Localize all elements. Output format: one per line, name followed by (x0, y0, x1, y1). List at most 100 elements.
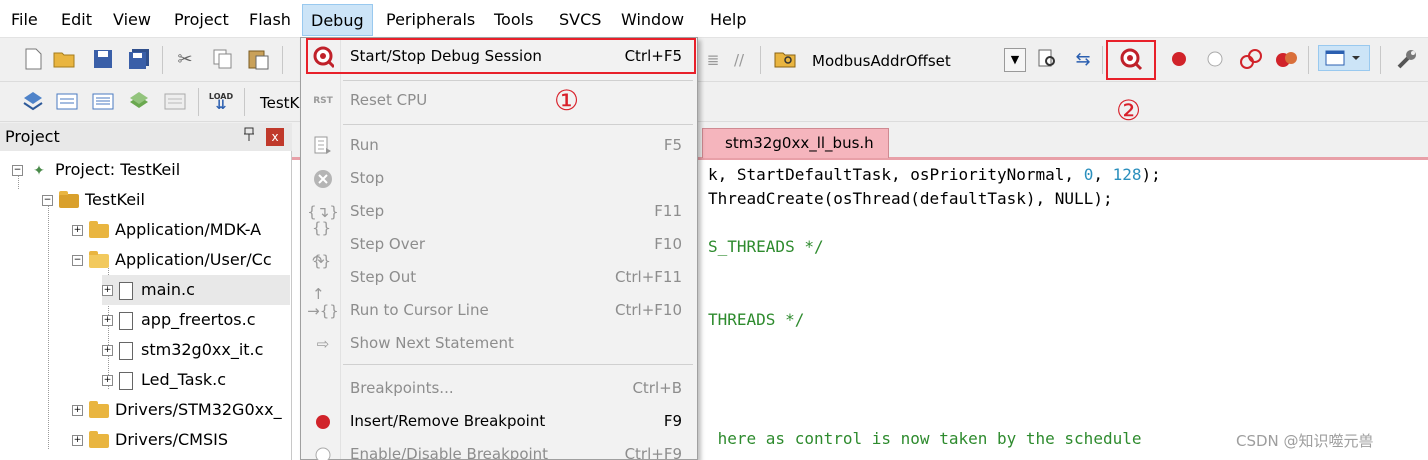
menu-edit[interactable]: Edit (53, 4, 100, 36)
chevron-down-icon[interactable]: ▼ (1004, 48, 1026, 72)
tree-file-it[interactable]: + stm32g0xx_it.c (102, 335, 263, 365)
stop-icon (312, 168, 334, 190)
tree-file-freertos[interactable]: + app_freertos.c (102, 305, 256, 335)
menu-window[interactable]: Window (613, 4, 692, 36)
menu-run-to-cursor[interactable]: →{} Run to Cursor Line Ctrl+F10 (302, 294, 696, 327)
tree-label: stm32g0xx_it.c (141, 340, 264, 359)
expand-icon[interactable]: + (72, 435, 83, 446)
collapse-icon[interactable]: − (72, 255, 83, 266)
build-icon[interactable] (54, 88, 80, 114)
file-icon (119, 371, 133, 390)
expand-icon[interactable]: + (72, 405, 83, 416)
target-combo-text[interactable]: ModbusAddrOffset (812, 47, 951, 75)
tree-group-drivers-stm32[interactable]: + Drivers/STM32G0xx_ (72, 395, 282, 425)
cut-icon[interactable]: ✂ (172, 46, 198, 72)
menu-view[interactable]: View (105, 4, 159, 36)
indent-icon[interactable]: ≣ (700, 47, 726, 73)
tree-label: app_freertos.c (141, 310, 256, 329)
tree-label: Led_Task.c (141, 370, 227, 389)
menu-file[interactable]: File (3, 4, 46, 36)
disable-all-breakpoints-icon[interactable] (1238, 46, 1264, 72)
menu-debug[interactable]: Debug (302, 4, 373, 36)
find-references-icon[interactable]: ⇆ (1070, 46, 1096, 72)
tree-target[interactable]: − TestKeil (42, 185, 145, 215)
menu-project[interactable]: Project (166, 4, 237, 36)
translate-icon[interactable] (20, 88, 46, 114)
unindent-icon[interactable]: // (726, 47, 752, 73)
copy-icon[interactable] (210, 46, 236, 72)
menu-insert-remove-breakpoint[interactable]: Insert/Remove Breakpoint F9 (302, 405, 696, 438)
menu-item-shortcut: Ctrl+F11 (615, 268, 682, 286)
find-icon[interactable] (1034, 46, 1060, 72)
expand-icon[interactable]: + (102, 375, 113, 386)
download-icon[interactable]: LOAD ⇊ (208, 88, 234, 114)
menu-tools[interactable]: Tools (486, 4, 541, 36)
tree-file-led[interactable]: + Led_Task.c (102, 365, 226, 395)
menu-step[interactable]: {↴} Step F11 (302, 195, 696, 228)
stop-build-icon[interactable] (162, 88, 188, 114)
insert-breakpoint-icon[interactable] (1166, 46, 1192, 72)
save-icon[interactable] (90, 46, 116, 72)
menu-item-label: Reset CPU (350, 91, 428, 109)
menu-svcs[interactable]: SVCS (551, 4, 609, 36)
paste-icon[interactable] (246, 46, 272, 72)
tree-group-mdk[interactable]: + Application/MDK-A (72, 215, 261, 245)
expand-icon[interactable]: + (102, 315, 113, 326)
menu-peripherals[interactable]: Peripherals (378, 4, 483, 36)
folder-icon (89, 430, 109, 448)
menu-show-next-statement[interactable]: ⇨ Show Next Statement (302, 327, 696, 360)
menu-item-shortcut: Ctrl+B (632, 379, 682, 397)
menu-breakpoints[interactable]: Breakpoints... Ctrl+B (302, 372, 696, 405)
menu-bar: File Edit View Project Flash Debug Perip… (0, 0, 1428, 38)
tree-file-main[interactable]: + main.c (102, 275, 290, 305)
window-layout-icon[interactable] (1318, 45, 1370, 71)
rebuild-icon[interactable] (90, 88, 116, 114)
code-line: k, StartDefaultTask, osPriorityNormal, 0… (708, 165, 1161, 184)
tree-group-cmsis[interactable]: + Drivers/CMSIS (72, 425, 228, 455)
target-folder-icon (59, 190, 79, 208)
tree-label: TestKeil (85, 190, 145, 209)
tab-stm32g0xx-ll-bus[interactable]: stm32g0xx_ll_bus.h (702, 128, 889, 158)
tree-label: Project: TestKeil (55, 160, 181, 179)
menu-item-shortcut: Ctrl+F9 (624, 445, 682, 460)
menu-run[interactable]: Run F5 (302, 129, 696, 162)
tree-label: Drivers/STM32G0xx_ (115, 400, 282, 419)
find-in-files-icon[interactable] (772, 46, 798, 72)
watermark: CSDN @知识噬元兽 (1236, 432, 1374, 450)
toolbar-separator (282, 46, 283, 74)
menu-step-out[interactable]: {}↑ Step Out Ctrl+F11 (302, 252, 696, 303)
expand-icon[interactable]: + (102, 345, 113, 356)
menu-help[interactable]: Help (702, 4, 754, 36)
menu-item-label: Stop (350, 169, 385, 187)
kill-all-breakpoints-icon[interactable] (1274, 46, 1300, 72)
menu-stop[interactable]: Stop (302, 162, 696, 195)
tree-label: Application/User/Cc (115, 250, 272, 269)
expand-icon[interactable]: + (72, 225, 83, 236)
tree-project-root[interactable]: − ✦ Project: TestKeil (12, 155, 180, 185)
menu-item-label: Step Out (350, 268, 417, 286)
build-toolbar: LOAD ⇊ TestK (0, 82, 1428, 122)
menu-reset-cpu[interactable]: RST Reset CPU (302, 84, 696, 117)
menu-step-over[interactable]: {}↷ Step Over F10 (302, 219, 696, 270)
standard-toolbar: ✂ ≣ // ModbusAddrOffset ▼ ⇆ (0, 38, 1428, 82)
build-target-combo[interactable]: TestK (260, 89, 299, 117)
tree-group-user[interactable]: − Application/User/Cc (72, 245, 272, 275)
collapse-icon[interactable]: − (12, 165, 23, 176)
pin-icon[interactable] (244, 123, 254, 151)
menu-enable-disable-breakpoint[interactable]: Enable/Disable Breakpoint Ctrl+F9 (302, 438, 696, 460)
run-icon (312, 135, 334, 157)
enable-breakpoint-icon (312, 444, 334, 460)
new-file-icon[interactable] (20, 46, 46, 72)
folder-open-icon (89, 250, 109, 268)
enable-breakpoint-icon[interactable] (1202, 46, 1228, 72)
wrench-icon[interactable] (1394, 46, 1420, 72)
expand-icon[interactable]: + (102, 285, 113, 296)
menu-flash[interactable]: Flash (241, 4, 299, 36)
close-icon[interactable]: x (266, 128, 284, 146)
menu-item-label: Step (350, 202, 385, 220)
batch-build-icon[interactable] (126, 88, 152, 114)
collapse-icon[interactable]: − (42, 195, 53, 206)
open-file-icon[interactable] (52, 46, 78, 72)
annotation-one: ① (554, 84, 580, 117)
save-all-icon[interactable] (126, 46, 152, 72)
